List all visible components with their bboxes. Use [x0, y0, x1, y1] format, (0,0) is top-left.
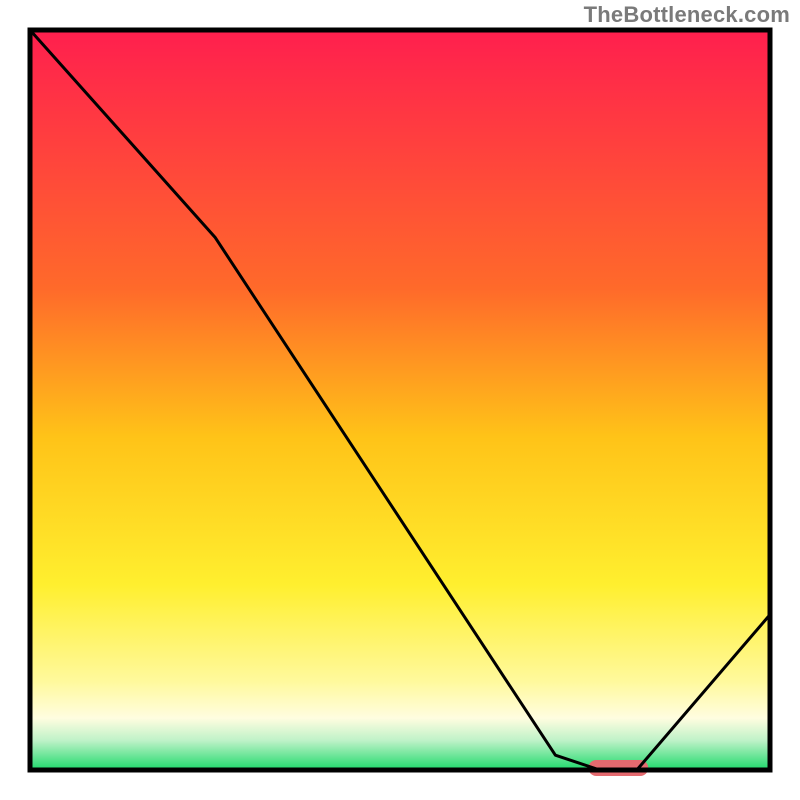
- bottleneck-chart: [0, 0, 800, 800]
- chart-container: TheBottleneck.com: [0, 0, 800, 800]
- chart-background: [30, 30, 770, 770]
- watermark-text: TheBottleneck.com: [584, 2, 790, 28]
